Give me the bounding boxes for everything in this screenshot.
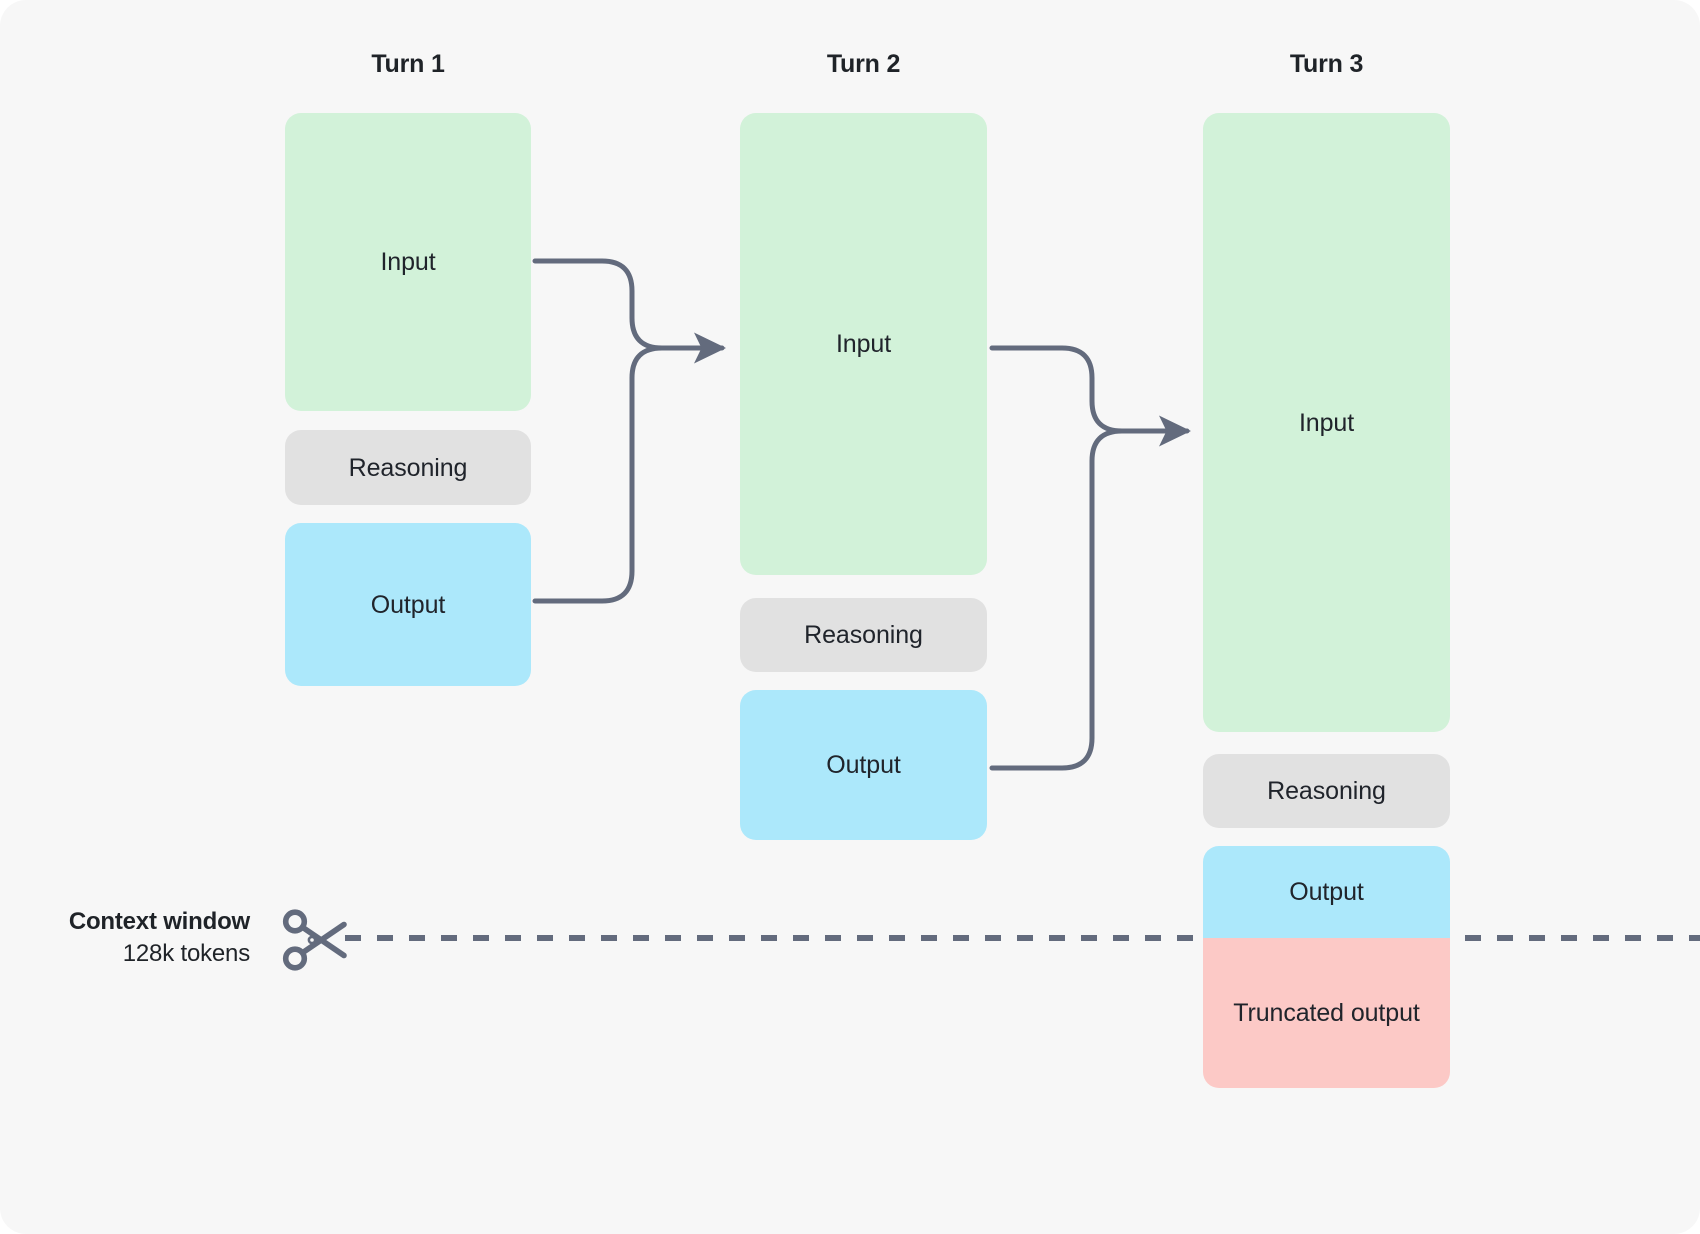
connector-turn1-input-path [532,258,727,364]
block-label: Input [380,248,436,276]
block-label: Output [826,751,901,779]
context-window-title: Context window [68,908,250,935]
block-output: Output [740,690,987,840]
block-label: Reasoning [348,453,468,482]
diagram-canvas: Turn 1 Input Reasoning Output Turn 2 Input Rea… [0,0,1700,1234]
block-input: Input [740,113,987,575]
block-output: Output [285,523,531,686]
context-window-label: Context window 128k tokens [40,906,250,969]
block-reasoning: Reasoning [285,430,531,505]
block-input: Input [285,113,531,411]
block-label: Reasoning [804,621,923,649]
turn-label: Turn 3 [1289,50,1364,78]
turn-label: Turn 1 [371,50,445,78]
block-label: Output [370,590,446,619]
block-label: Input [835,330,892,358]
connector-turn2-input-path [989,345,1192,447]
block-label: Output [1289,878,1364,906]
connector-turn2-output-path [989,428,1125,771]
block-reasoning: Reasoning [740,598,987,672]
context-window-subtitle: 128k tokens [122,939,250,967]
block-label: Input [1298,408,1355,437]
block-label: Truncated output [1233,999,1420,1027]
turn-label: Turn 2 [826,50,901,78]
connector-turn1-output-path [532,345,665,604]
block-truncated: Truncated output [1203,938,1450,1088]
scissors-icon [282,909,347,971]
block-input: Input [1203,113,1450,732]
block-reasoning: Reasoning [1203,754,1450,828]
block-output: Output [1203,846,1450,938]
block-label: Reasoning [1267,777,1386,805]
